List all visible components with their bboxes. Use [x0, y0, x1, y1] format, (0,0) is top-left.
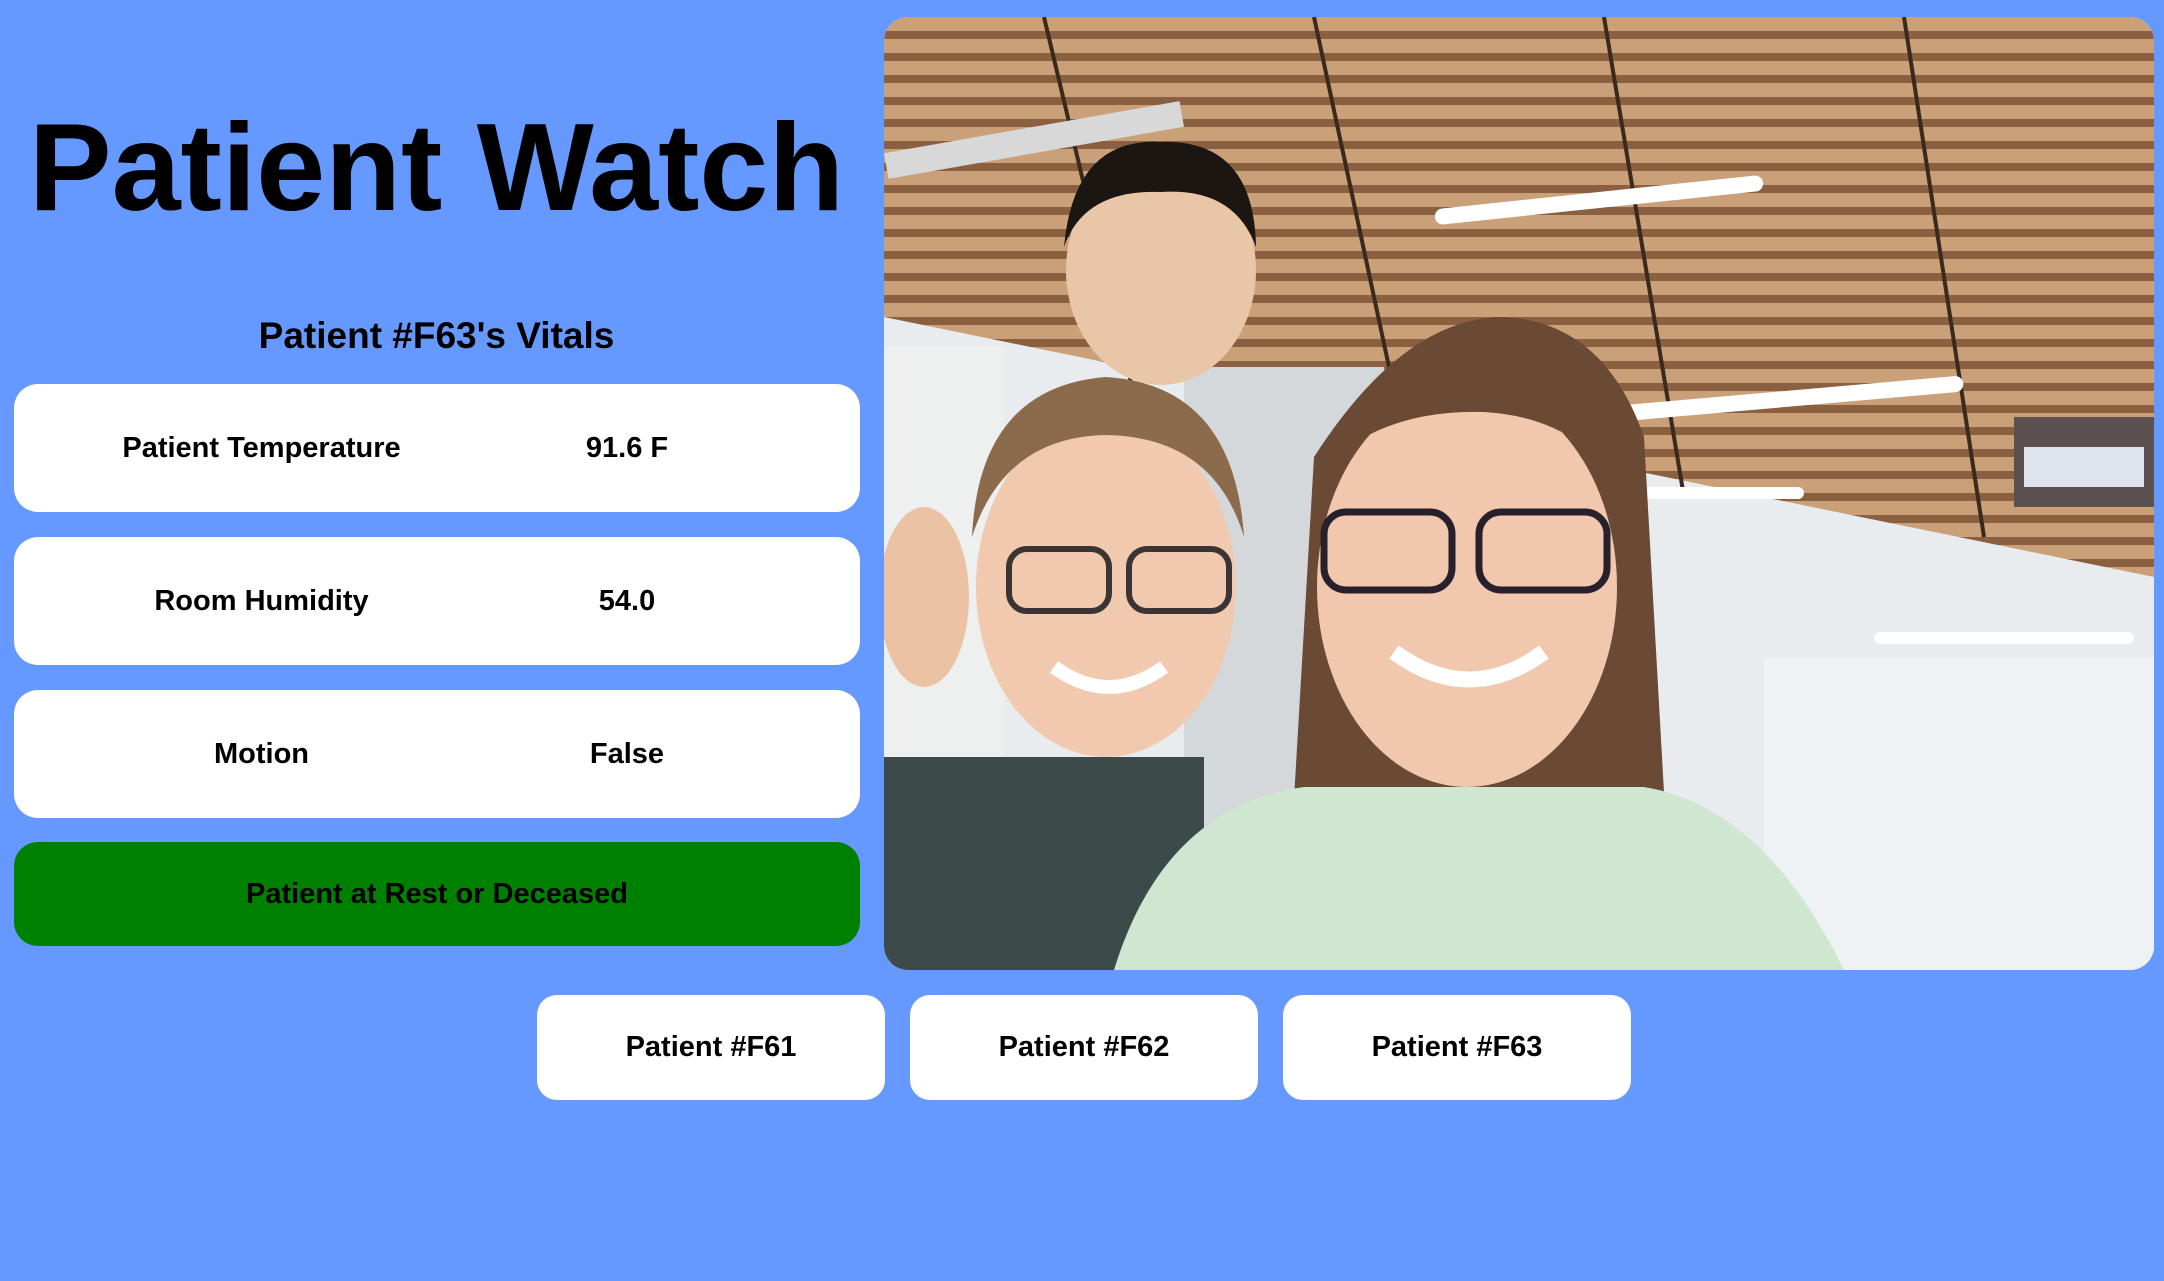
- app-title: Patient Watch: [28, 99, 845, 237]
- vital-value: 54.0: [598, 584, 656, 617]
- vitals-heading: Patient #F63's Vitals: [258, 315, 615, 356]
- patient-tab-f63[interactable]: Patient #F63: [1283, 995, 1631, 1100]
- status-banner: Patient at Rest or Deceased: [14, 842, 860, 946]
- vital-card-motion: Motion False: [14, 690, 860, 818]
- vital-card-humidity: Room Humidity 54.0: [14, 537, 860, 665]
- vital-value: 91.6 F: [585, 431, 669, 464]
- vital-label: Patient Temperature: [122, 431, 401, 464]
- vital-label: Room Humidity: [154, 584, 369, 617]
- vital-label: Motion: [213, 737, 309, 770]
- patient-tab-f62[interactable]: Patient #F62: [910, 995, 1258, 1100]
- vital-value: False: [589, 737, 665, 770]
- patient-tab-f61[interactable]: Patient #F61: [537, 995, 885, 1100]
- patient-tab-label: Patient #F62: [998, 1031, 1170, 1063]
- patient-tabs: Patient #F61 Patient #F62 Patient #F63: [537, 995, 1631, 1100]
- camera-feed: [884, 17, 2154, 970]
- patient-tab-label: Patient #F63: [1371, 1031, 1543, 1063]
- camera-feed-image: [884, 17, 2154, 970]
- patient-tab-label: Patient #F61: [625, 1031, 797, 1063]
- vital-card-temperature: Patient Temperature 91.6 F: [14, 384, 860, 512]
- status-text: Patient at Rest or Deceased: [246, 877, 628, 910]
